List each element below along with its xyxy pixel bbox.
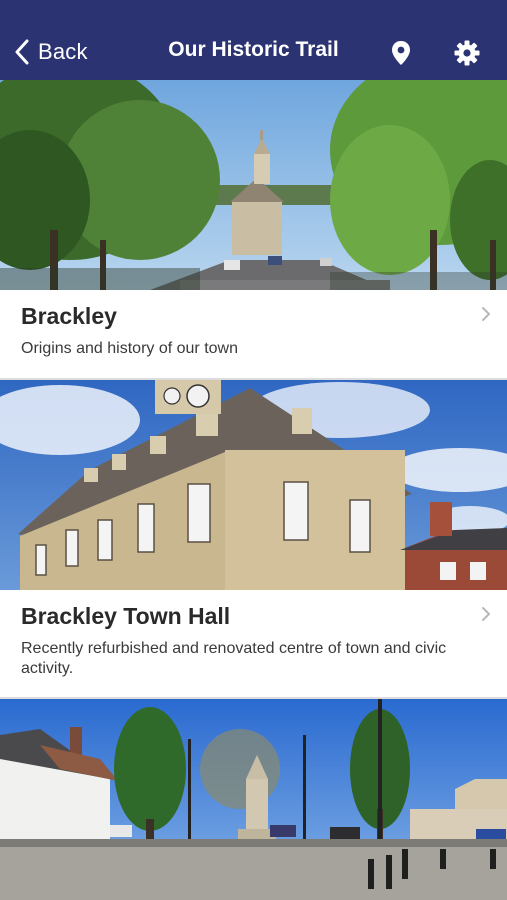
chevron-left-icon: [15, 39, 29, 65]
back-button[interactable]: Back: [14, 36, 88, 68]
trail-item-brackley[interactable]: Brackley Origins and history of our town: [0, 80, 507, 378]
navigation-bar: Back Our Historic Trail: [0, 0, 507, 80]
settings-button[interactable]: [452, 38, 482, 68]
trail-item-brackley-town-hall[interactable]: Brackley Town Hall Recently refurbished …: [0, 380, 507, 697]
gear-icon: [454, 40, 480, 66]
item-subtitle: Recently refurbished and renovated centr…: [21, 640, 447, 677]
card-body: Brackley Origins and history of our town: [0, 290, 507, 378]
back-label: Back: [38, 39, 88, 64]
chevron-right-icon: [482, 607, 490, 621]
item-title: Brackley Town Hall: [21, 603, 231, 629]
item-title: Brackley: [21, 303, 117, 329]
town-hall-photo: [0, 380, 507, 590]
brackley-street-photo: [0, 80, 507, 290]
chevron-right-icon: [482, 307, 490, 321]
trail-item-market-square[interactable]: [0, 699, 507, 900]
map-pin-icon: [392, 41, 410, 65]
item-subtitle: Origins and history of our town: [21, 340, 238, 357]
card-body: Brackley Town Hall Recently refurbished …: [0, 590, 507, 697]
map-pin-button[interactable]: [386, 38, 416, 68]
market-square-photo: [0, 699, 507, 900]
